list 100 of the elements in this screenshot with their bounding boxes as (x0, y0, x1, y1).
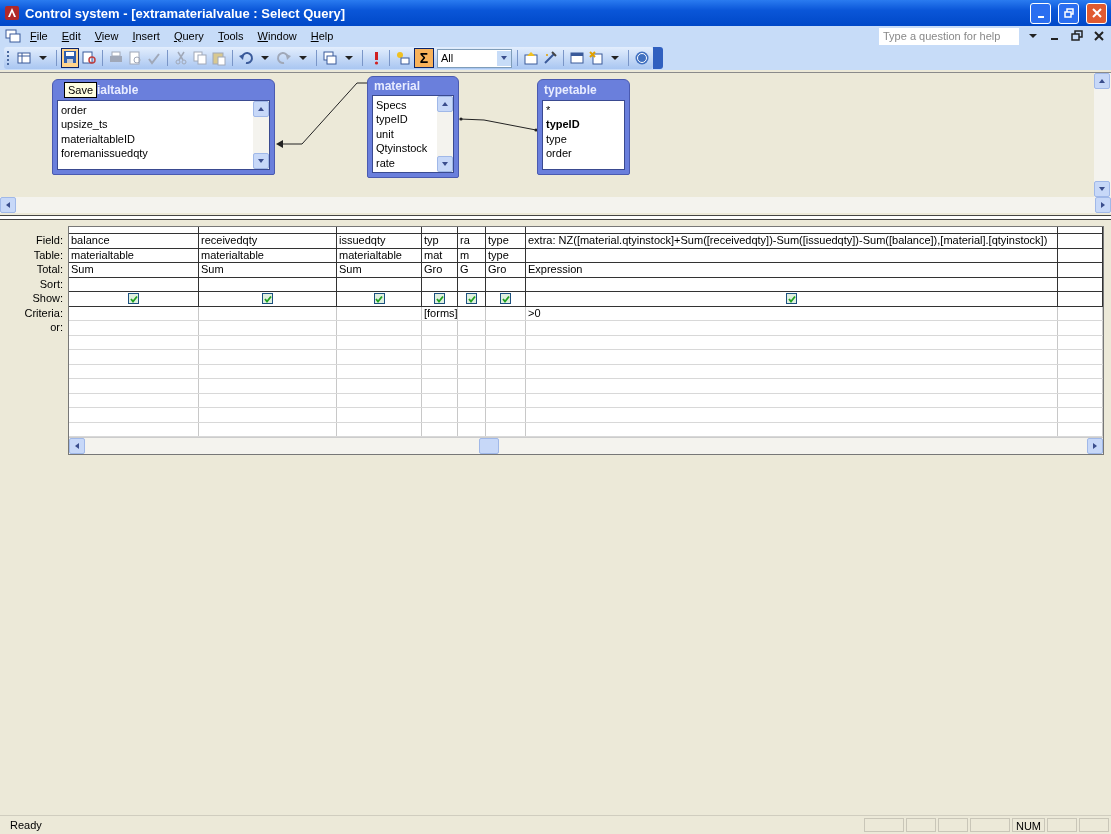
menu-item[interactable]: Insert (126, 28, 166, 44)
field-name[interactable]: typeID (546, 117, 621, 132)
field-name[interactable]: unit (376, 126, 434, 142)
table-view-icon[interactable] (16, 50, 32, 66)
field-name[interactable]: * (546, 103, 621, 118)
scroll-up-button[interactable] (437, 95, 453, 112)
scroll-down-button[interactable] (1094, 181, 1110, 197)
criteria-cell[interactable]: [forms] (424, 306, 458, 319)
minimize-icon (1037, 16, 1044, 18)
show-table-icon[interactable] (395, 50, 411, 66)
help-icon[interactable] (634, 50, 650, 66)
field-cell[interactable]: balance (71, 234, 110, 246)
field-list[interactable]: material Specs typeID unit Qtyinstock rate (367, 76, 459, 178)
total-cell[interactable]: Sum (339, 263, 362, 275)
document-icon[interactable] (4, 28, 22, 44)
app-icon (4, 5, 20, 21)
row-label: Criteria: (24, 306, 63, 319)
table-cell[interactable]: m (460, 248, 470, 261)
show-checkbox[interactable] (434, 293, 445, 305)
menu-item[interactable]: View (88, 28, 125, 44)
save-icon[interactable] (62, 49, 78, 65)
arrow-icon (441, 160, 449, 168)
table-cell[interactable]: materialtable (339, 248, 402, 261)
field-cell[interactable]: type (488, 234, 509, 246)
status-panel (937, 818, 968, 832)
total-cell[interactable]: Sum (71, 263, 94, 275)
scroll-down-button[interactable] (437, 156, 453, 172)
top-values-combo[interactable]: All (437, 48, 512, 68)
table-cell[interactable]: mat (424, 248, 443, 261)
show-checkbox[interactable] (128, 293, 139, 305)
field-name[interactable]: rate (376, 155, 434, 170)
field-name[interactable]: foremanissuedqty (61, 146, 250, 161)
scroll-up-button[interactable] (1094, 73, 1110, 89)
database-window-icon[interactable] (569, 50, 585, 66)
scroll-left-button[interactable] (0, 197, 16, 213)
field-name[interactable]: Specs (376, 97, 434, 113)
query-type-icon[interactable] (322, 50, 338, 66)
row-label: Total: (36, 263, 63, 275)
field-name[interactable]: order (61, 103, 250, 118)
total-cell[interactable]: Expression (528, 263, 583, 275)
menu-item[interactable]: Window (251, 28, 303, 44)
show-checkbox[interactable] (786, 293, 797, 305)
permissions-icon[interactable] (81, 50, 97, 66)
scroll-right-button[interactable] (1087, 438, 1103, 454)
field-name[interactable]: type (546, 131, 621, 147)
arrow-icon (257, 105, 265, 113)
close-button[interactable] (1086, 2, 1107, 24)
field-list-title: ialtable (97, 83, 139, 97)
show-checkbox[interactable] (466, 293, 477, 305)
properties-icon[interactable] (523, 50, 539, 66)
scroll-left-button[interactable] (69, 438, 85, 454)
menu-item[interactable]: File (24, 28, 54, 44)
tooltip: Save (64, 82, 98, 98)
row-label: Field: (36, 234, 63, 246)
field-name[interactable]: typeID (376, 112, 434, 127)
restore-icon[interactable] (1069, 29, 1085, 43)
scroll-thumb[interactable] (479, 438, 499, 454)
row-label: Table: (33, 248, 63, 261)
total-cell[interactable]: Sum (201, 263, 224, 275)
total-cell[interactable]: G (460, 263, 469, 275)
table-cell[interactable]: type (488, 248, 509, 261)
status-indicator: NUM (1011, 818, 1045, 832)
field-cell[interactable]: issuedqty (339, 234, 386, 246)
field-name[interactable]: upsize_ts (61, 117, 250, 132)
menu-item[interactable]: Edit (55, 28, 87, 44)
field-name[interactable]: order (546, 146, 621, 161)
field-name[interactable]: materialtableID (61, 131, 250, 147)
field-cell[interactable]: extra: NZ([material.qtyinstock]+Sum([receivedqty])-Sum([issuedqty])-Sum([balance]),[material].[qtyinstock]) (528, 234, 1048, 246)
field-cell[interactable]: receivedqty (201, 234, 258, 246)
menu-item[interactable]: Help (304, 28, 340, 44)
menu-item[interactable]: Tools (211, 28, 250, 44)
show-checkbox[interactable] (500, 293, 511, 305)
scroll-up-button[interactable] (253, 101, 269, 117)
total-cell[interactable]: Gro (488, 263, 507, 275)
builder-icon[interactable] (542, 50, 558, 66)
scroll-right-button[interactable] (1095, 197, 1111, 213)
restore-button[interactable] (1058, 2, 1079, 24)
total-cell[interactable]: Gro (424, 263, 443, 275)
field-cell[interactable]: ra (460, 234, 470, 246)
scroll-down-button[interactable] (253, 153, 269, 169)
close-icon[interactable] (1091, 29, 1107, 43)
show-checkbox[interactable] (262, 293, 273, 305)
show-checkbox[interactable] (373, 293, 385, 305)
table-cell[interactable]: materialtable (71, 248, 134, 261)
field-list[interactable]: typetable * typeID type order (537, 79, 630, 175)
arrow-icon (500, 54, 508, 62)
status-message: Ready (9, 819, 43, 831)
undo-icon[interactable] (238, 50, 254, 66)
status-panel (969, 818, 1010, 832)
help-search-field[interactable]: Type a question for help (879, 27, 1019, 45)
minimize-button[interactable] (1030, 2, 1051, 24)
totals-button[interactable]: Σ (414, 48, 434, 68)
criteria-cell[interactable]: >0 (528, 306, 541, 319)
field-name[interactable]: Qtyinstock (376, 141, 434, 156)
row-label: Sort: (39, 277, 63, 290)
menu-item[interactable]: Query (167, 28, 210, 44)
table-cell[interactable]: materialtable (201, 248, 264, 261)
field-list[interactable]: Save ialtable order upsize_ts materialtableID foremanissuedqty (52, 79, 275, 175)
field-list-title: typetable (544, 83, 597, 97)
field-cell[interactable]: typ (424, 234, 439, 246)
